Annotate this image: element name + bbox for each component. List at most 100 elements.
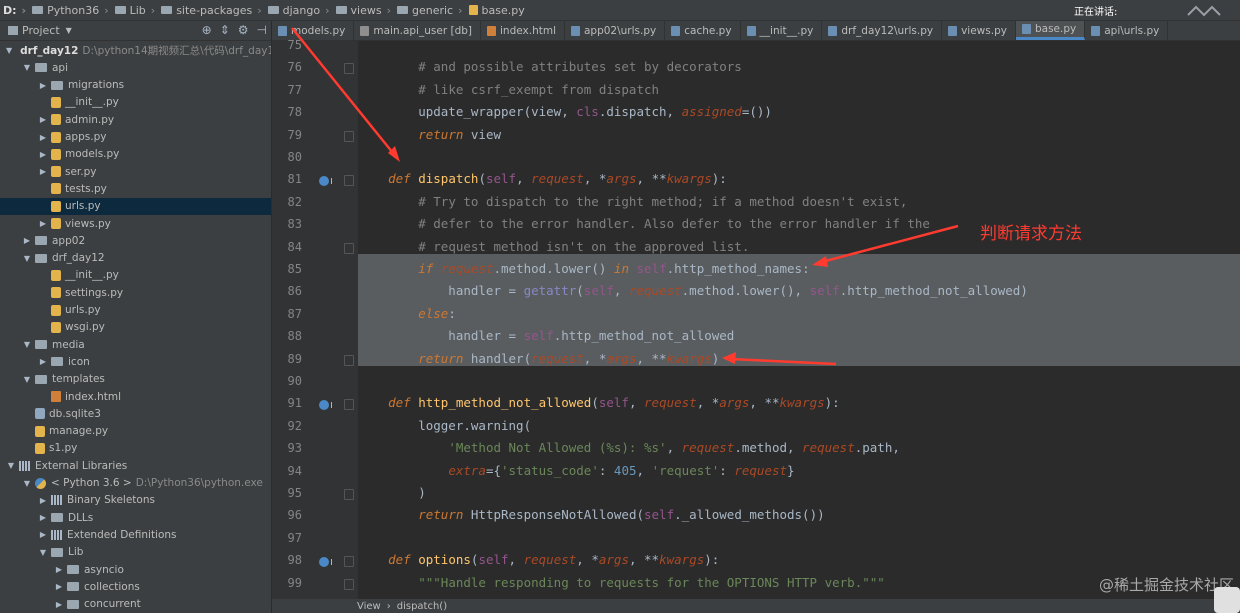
chevron-right-icon[interactable]: ▶ (38, 150, 48, 159)
library-icon (51, 495, 62, 506)
tree-item[interactable]: db.sqlite3 (0, 405, 271, 422)
tree-item[interactable]: ▶ app02 (0, 232, 271, 249)
tree-item[interactable]: ▼ drf_day12 D:\python14期视频汇总\代码\drf_day1 (0, 42, 271, 59)
tab-api-urls-py[interactable]: api\urls.py (1085, 21, 1169, 40)
class-crumb[interactable]: View (357, 601, 381, 612)
tree-item[interactable]: __init__.py (0, 94, 271, 111)
chevron-down-icon[interactable]: ▼ (22, 375, 32, 384)
fold-marker-icon[interactable] (344, 354, 354, 366)
tab-drf-day12-urls-py[interactable]: drf_day12\urls.py (822, 21, 943, 40)
tab-label: models.py (291, 24, 346, 37)
html-file-icon (51, 391, 61, 402)
breadcrumb-item[interactable]: D: › (0, 4, 29, 17)
tree-item[interactable]: ▶ concurrent (0, 596, 271, 613)
chevron-right-icon[interactable]: ▶ (38, 133, 48, 142)
tab-main-api-user-db-[interactable]: main.api_user [db] (354, 21, 481, 40)
tab--init-py[interactable]: __init__.py (741, 21, 823, 40)
tree-item[interactable]: ▼ Lib (0, 544, 271, 561)
tree-item[interactable]: ▶ migrations (0, 77, 271, 94)
tree-item[interactable]: urls.py (0, 197, 271, 215)
breadcrumb-item[interactable]: site-packages › (158, 4, 264, 17)
fold-marker-icon[interactable] (344, 556, 354, 568)
tree-item[interactable]: ▶ Extended Definitions (0, 526, 271, 543)
tab-views-py[interactable]: views.py (942, 21, 1016, 40)
override-gutter-icon[interactable] (319, 176, 332, 187)
tree-item[interactable]: s1.py (0, 440, 271, 457)
breadcrumb-item[interactable]: base.py (466, 4, 528, 17)
chevron-down-icon[interactable]: ▼ (6, 46, 12, 55)
tree-item[interactable]: manage.py (0, 423, 271, 440)
chevron-right-icon[interactable]: ▶ (38, 530, 48, 539)
tree-item[interactable]: ▼ media (0, 336, 271, 353)
override-gutter-icon[interactable] (319, 400, 332, 411)
line-number: 83 (287, 217, 302, 232)
gear-icon[interactable]: ⚙ (238, 23, 249, 37)
chevron-right-icon[interactable]: ▶ (54, 565, 64, 574)
breadcrumb-item[interactable]: generic › (394, 4, 466, 17)
line-number: 92 (287, 418, 302, 433)
tree-item[interactable]: __init__.py (0, 267, 271, 284)
chevron-right-icon[interactable]: ▶ (38, 513, 48, 522)
tab-base-py[interactable]: base.py (1015, 21, 1086, 40)
tree-item[interactable]: ▶ views.py (0, 215, 271, 232)
project-view-selector[interactable]: Project (22, 24, 60, 37)
fold-marker-icon[interactable] (344, 63, 354, 75)
tree-item[interactable]: ▶ Binary Skeletons (0, 492, 271, 509)
tree-item[interactable]: ▶ admin.py (0, 111, 271, 128)
code-line: """Handle responding to requests for the… (418, 574, 885, 590)
tree-item[interactable]: ▼ < Python 3.6 > D:\Python36\python.exe (0, 475, 271, 492)
tree-item[interactable]: ▼ External Libraries (0, 457, 271, 474)
hide-panel-icon[interactable]: ⊣ (257, 23, 267, 37)
tree-item[interactable]: ▼ drf_day12 (0, 250, 271, 267)
chevron-right-icon[interactable]: ▶ (22, 236, 32, 245)
breadcrumb-item[interactable]: django › (265, 4, 333, 17)
tree-item[interactable]: ▶ icon (0, 353, 271, 370)
fold-marker-icon[interactable] (344, 399, 354, 411)
chevron-down-icon[interactable]: ▼ (22, 479, 32, 488)
chevron-right-icon[interactable]: ▶ (38, 115, 48, 124)
chevron-down-icon[interactable]: ▼ (22, 340, 32, 349)
tree-item[interactable]: ▼ api (0, 59, 271, 76)
chevron-down-icon[interactable]: ▼ (6, 461, 16, 470)
tree-item[interactable]: wsgi.py (0, 319, 271, 336)
tree-item[interactable]: ▶ collections (0, 578, 271, 595)
tab-app02-urls-py[interactable]: app02\urls.py (565, 21, 666, 40)
chevron-right-icon[interactable]: ▶ (38, 81, 48, 90)
chevron-down-icon[interactable]: ▼ (66, 26, 72, 35)
tree-item-path: D:\python14期视频汇总\代码\drf_day1 (82, 45, 271, 57)
fold-marker-icon[interactable] (344, 242, 354, 254)
fold-marker-icon[interactable] (344, 578, 354, 590)
chevron-right-icon[interactable]: ▶ (38, 219, 48, 228)
chevron-right-icon[interactable]: ▶ (54, 582, 64, 591)
chevron-right-icon[interactable]: ▶ (38, 167, 48, 176)
tree-item[interactable]: settings.py (0, 284, 271, 301)
fold-marker-icon[interactable] (344, 489, 354, 500)
locate-icon[interactable]: ⊕ (202, 23, 212, 37)
tree-item[interactable]: ▶ asyncio (0, 561, 271, 578)
tab-cache-py[interactable]: cache.py (665, 21, 741, 40)
tree-item[interactable]: tests.py (0, 180, 271, 197)
tree-item[interactable]: ▶ DLLs (0, 509, 271, 526)
breadcrumb-item[interactable]: Python36 › (29, 4, 112, 17)
override-gutter-icon[interactable] (319, 557, 332, 568)
tree-item[interactable]: index.html (0, 388, 271, 405)
collapse-all-icon[interactable]: ⇕ (220, 23, 230, 37)
tree-item[interactable]: urls.py (0, 302, 271, 319)
chevron-right-icon[interactable]: ▶ (38, 357, 48, 366)
tree-item[interactable]: ▼ templates (0, 371, 271, 388)
chevron-down-icon[interactable]: ▼ (22, 63, 32, 72)
chevron-right-icon[interactable]: ▶ (54, 600, 64, 609)
method-crumb[interactable]: dispatch() (397, 601, 447, 612)
code-editor[interactable]: # and possible attributes set by decorat… (358, 41, 1240, 601)
tree-item[interactable]: ▶ apps.py (0, 129, 271, 146)
chevron-down-icon[interactable]: ▼ (38, 548, 48, 557)
chevron-down-icon[interactable]: ▼ (22, 254, 32, 263)
fold-marker-icon[interactable] (344, 130, 354, 142)
tree-item[interactable]: ▶ models.py (0, 146, 271, 163)
chevron-right-icon[interactable]: ▶ (38, 496, 48, 505)
fold-marker-icon[interactable] (344, 175, 354, 187)
tab-index-html[interactable]: index.html (481, 21, 565, 40)
tree-item[interactable]: ▶ ser.py (0, 163, 271, 180)
breadcrumb-item[interactable]: views › (333, 4, 394, 17)
breadcrumb-item[interactable]: Lib › (112, 4, 159, 17)
